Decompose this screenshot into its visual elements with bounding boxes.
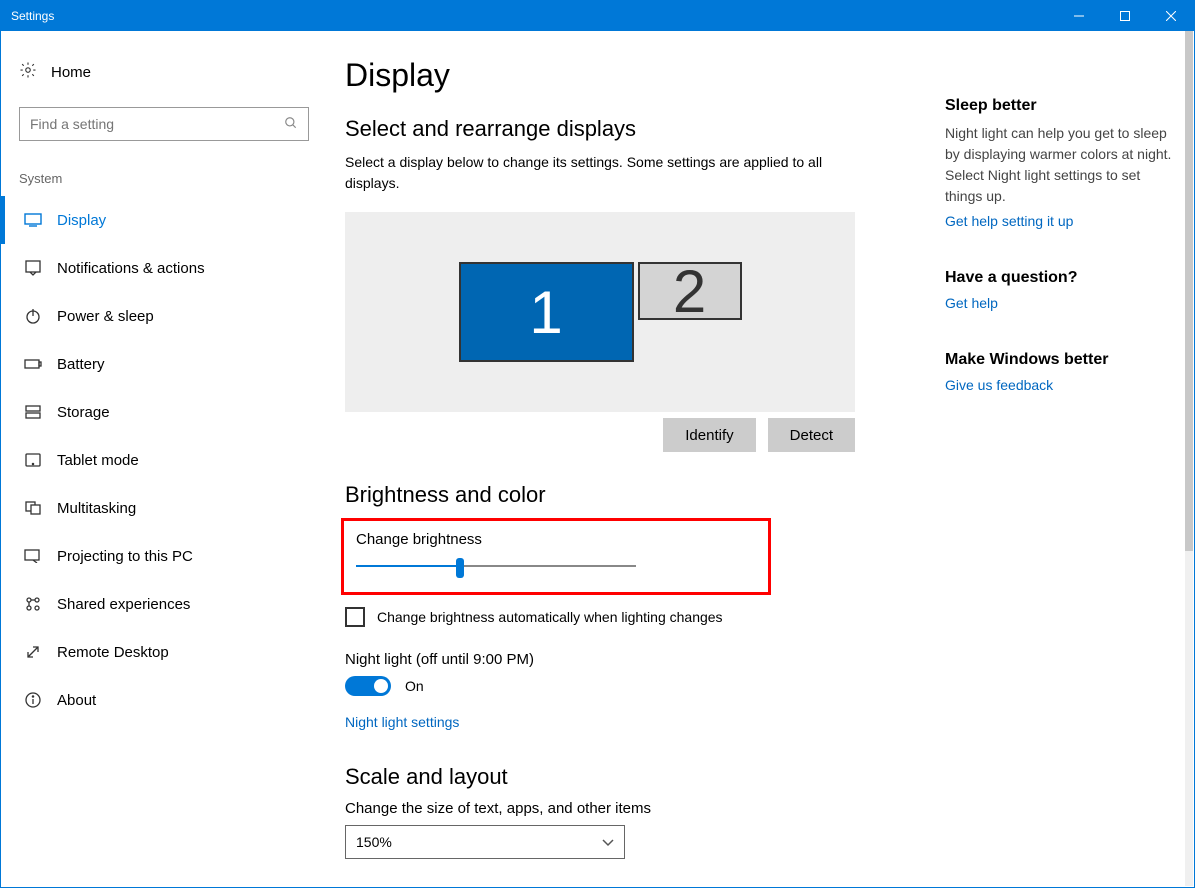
notifications-icon (23, 258, 43, 278)
slider-thumb[interactable] (456, 558, 464, 578)
sidebar-item-about[interactable]: About (1, 676, 319, 724)
group-label: System (1, 141, 319, 196)
search-icon (284, 116, 298, 133)
identify-button[interactable]: Identify (663, 418, 755, 452)
sidebar-item-label: About (57, 692, 96, 709)
scrollbar-handle[interactable] (1185, 31, 1193, 551)
sidebar-item-label: Display (57, 212, 106, 229)
nightlight-label: Night light (off until 9:00 PM) (345, 651, 915, 668)
display-arrange-area[interactable]: 1 2 (345, 212, 855, 412)
sidebar-item-battery[interactable]: Battery (1, 340, 319, 388)
sidebar-item-projecting[interactable]: Projecting to this PC (1, 532, 319, 580)
gear-icon (19, 61, 37, 83)
arrange-heading: Select and rearrange displays (345, 116, 915, 142)
sidebar-item-notifications[interactable]: Notifications & actions (1, 244, 319, 292)
nightlight-settings-link[interactable]: Night light settings (345, 714, 459, 730)
aside: Sleep better Night light can help you ge… (915, 57, 1174, 887)
search-field[interactable] (30, 116, 284, 132)
highlight-box: Change brightness (341, 518, 771, 595)
search-input[interactable] (19, 107, 309, 141)
nightlight-state: On (405, 678, 424, 694)
nightlight-toggle[interactable] (345, 676, 391, 696)
scale-heading: Scale and layout (345, 764, 915, 790)
home-link[interactable]: Home (1, 55, 319, 89)
multitasking-icon (23, 498, 43, 518)
close-button[interactable] (1148, 1, 1194, 31)
aside-question-heading: Have a question? (945, 269, 1174, 287)
detect-button[interactable]: Detect (768, 418, 855, 452)
minimize-button[interactable] (1056, 1, 1102, 31)
sidebar-item-label: Power & sleep (57, 308, 154, 325)
about-icon (23, 690, 43, 710)
display-icon (23, 210, 43, 230)
storage-icon (23, 402, 43, 422)
arrange-help: Select a display below to change its set… (345, 152, 855, 194)
change-brightness-label: Change brightness (356, 531, 756, 548)
home-label: Home (51, 64, 91, 81)
sidebar-item-label: Projecting to this PC (57, 548, 193, 565)
maximize-button[interactable] (1102, 1, 1148, 31)
shared-icon (23, 594, 43, 614)
aside-sleep-link[interactable]: Get help setting it up (945, 213, 1073, 229)
sidebar-item-storage[interactable]: Storage (1, 388, 319, 436)
aside-question-link[interactable]: Get help (945, 295, 998, 311)
page-title: Display (345, 57, 915, 94)
titlebar: Settings (1, 1, 1194, 31)
sidebar-item-label: Notifications & actions (57, 260, 205, 277)
scale-value: 150% (356, 834, 392, 850)
brightness-slider[interactable] (356, 556, 636, 576)
aside-sleep-body: Night light can help you get to sleep by… (945, 123, 1174, 207)
sidebar-item-label: Shared experiences (57, 596, 190, 613)
sidebar: Home System Display Notifications & acti… (1, 31, 319, 887)
sidebar-item-label: Multitasking (57, 500, 136, 517)
display-monitor-2[interactable]: 2 (638, 262, 742, 320)
aside-feedback-link[interactable]: Give us feedback (945, 377, 1053, 393)
scrollbar[interactable] (1185, 31, 1193, 886)
scale-size-label: Change the size of text, apps, and other… (345, 800, 915, 817)
power-icon (23, 306, 43, 326)
display-monitor-1[interactable]: 1 (459, 262, 634, 362)
sidebar-item-label: Storage (57, 404, 110, 421)
window-title: Settings (11, 9, 54, 23)
scale-select[interactable]: 150% (345, 825, 625, 859)
sidebar-item-display[interactable]: Display (1, 196, 319, 244)
auto-brightness-checkbox[interactable] (345, 607, 365, 627)
battery-icon (23, 354, 43, 374)
tablet-icon (23, 450, 43, 470)
sidebar-item-label: Battery (57, 356, 105, 373)
sidebar-item-shared[interactable]: Shared experiences (1, 580, 319, 628)
sidebar-item-remote[interactable]: Remote Desktop (1, 628, 319, 676)
content-main: Display Select and rearrange displays Se… (345, 57, 915, 887)
sidebar-item-label: Remote Desktop (57, 644, 169, 661)
auto-brightness-label: Change brightness automatically when lig… (377, 609, 723, 625)
projecting-icon (23, 546, 43, 566)
aside-feedback-heading: Make Windows better (945, 351, 1174, 369)
sidebar-item-multitasking[interactable]: Multitasking (1, 484, 319, 532)
chevron-down-icon (602, 834, 614, 850)
brightness-heading: Brightness and color (345, 482, 915, 508)
sidebar-item-tablet[interactable]: Tablet mode (1, 436, 319, 484)
aside-sleep-heading: Sleep better (945, 97, 1174, 115)
sidebar-item-power[interactable]: Power & sleep (1, 292, 319, 340)
remote-icon (23, 642, 43, 662)
sidebar-item-label: Tablet mode (57, 452, 139, 469)
